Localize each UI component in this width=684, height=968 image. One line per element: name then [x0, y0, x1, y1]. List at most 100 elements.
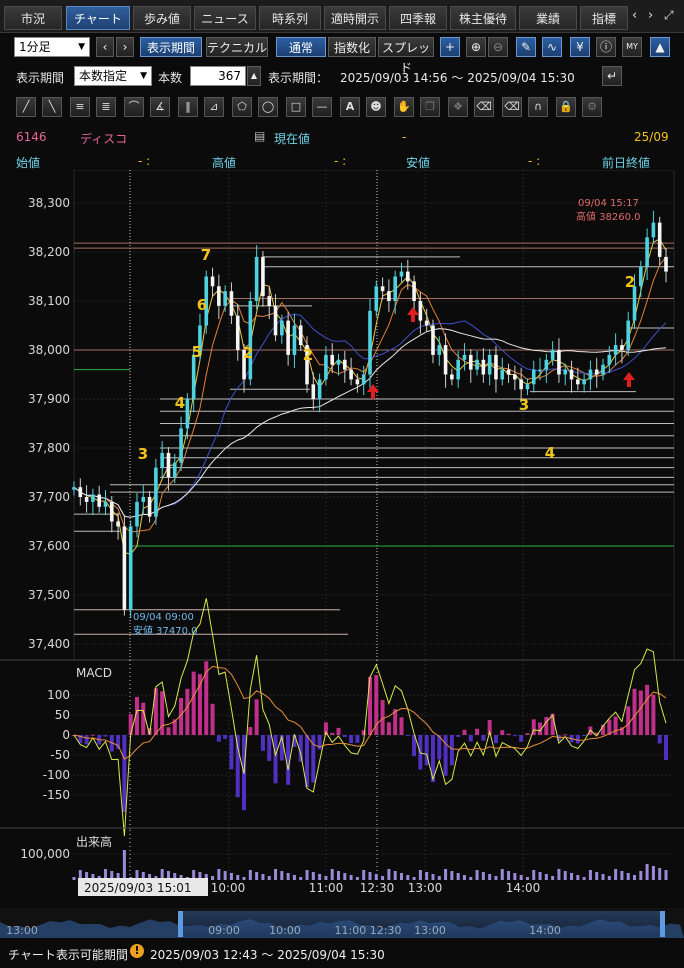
macd-histogram-bar	[481, 735, 486, 741]
candle-body	[399, 271, 404, 277]
zoom-out-icon[interactable]: ⊖	[488, 37, 508, 57]
wave-icon[interactable]: ∿	[542, 37, 562, 57]
macd-histogram-bar	[506, 733, 511, 735]
tab-market[interactable]: 市況	[4, 6, 62, 30]
volume-bar	[538, 872, 542, 880]
hline-icon[interactable]: —	[312, 97, 332, 117]
tab-scroll-right-icon[interactable]: ›	[648, 8, 653, 23]
rectangle-icon[interactable]: □	[286, 97, 306, 117]
tab-benefits[interactable]: 株主優待	[450, 6, 516, 30]
circle-icon[interactable]: ◯	[258, 97, 278, 117]
paint-icon[interactable]: ❖	[448, 97, 468, 117]
line-tool-icon[interactable]: ╱	[16, 97, 36, 117]
spread-button[interactable]: スプレッド	[378, 37, 434, 75]
annotations: 7 6 5 4 3 2 2 3 4 2 09/04 15:17高値 38260.0 09/04 09:…	[133, 198, 641, 637]
candle-body	[298, 325, 303, 346]
macd-histogram-bar	[657, 735, 662, 744]
chart-area[interactable]: 38,300 38,200 38,100 38,000 37,900 37,800 37,7…	[0, 170, 684, 940]
candle-body	[475, 359, 479, 370]
volume-bar	[381, 876, 385, 880]
candle-body	[645, 237, 649, 267]
candle-body	[179, 428, 183, 463]
macd-histogram-bar	[632, 688, 637, 735]
ruler-tool-icon[interactable]: ╲	[42, 97, 62, 117]
lock-icon[interactable]: 🔒	[556, 97, 576, 117]
prev-button[interactable]: ‹	[96, 37, 114, 57]
volume-bar	[242, 877, 246, 880]
volume-bar	[393, 871, 397, 880]
info-icon[interactable]: ⓘ	[596, 37, 616, 57]
normal-button[interactable]: 通常	[276, 37, 326, 57]
tab-indicators[interactable]: 指標	[580, 6, 628, 30]
index-button[interactable]: 指数化	[328, 37, 376, 57]
time-tick-label: 12:30	[360, 881, 395, 895]
document-icon[interactable]: ▤	[254, 129, 265, 143]
candle-body	[109, 501, 114, 522]
tab-earnings[interactable]: 業績	[519, 6, 577, 30]
fibonacci-icon[interactable]: ≣	[96, 97, 116, 117]
eraser-all-icon[interactable]: ⌫	[502, 97, 522, 117]
candle-body	[639, 266, 643, 287]
volume-bar	[362, 870, 366, 880]
tab-news[interactable]: ニュース	[194, 6, 256, 30]
text-tool-icon[interactable]: A	[340, 97, 360, 117]
tab-timeseries[interactable]: 時系列	[259, 6, 321, 30]
wave-label: 2	[625, 273, 635, 291]
return-icon[interactable]: ↵	[602, 66, 622, 86]
hand-icon[interactable]: ✋	[394, 97, 414, 117]
eraser-icon[interactable]: ⌫	[474, 97, 494, 117]
navigator[interactable]: 13:00 09:00 10:00 11:00 12:30 13:00 14:00	[0, 908, 684, 938]
volume-bar	[229, 873, 233, 880]
pitchfork-icon[interactable]: ⊿	[204, 97, 224, 117]
volume-bar	[450, 871, 454, 880]
volume-bar	[494, 876, 498, 880]
count-stepper[interactable]: ▲	[247, 66, 261, 86]
settings-gear-icon[interactable]: ⚙	[582, 97, 602, 117]
area-chart-icon[interactable]: ▲	[650, 37, 670, 57]
footer: チャート表示可能期間 ! 2025/09/03 12:43 〜 2025/09/…	[0, 940, 684, 968]
my-chart-icon[interactable]: MY	[622, 37, 642, 57]
tab-scroll-left-icon[interactable]: ‹	[632, 8, 637, 23]
navigator-handle-left	[178, 911, 183, 937]
tab-shikiho[interactable]: 四季報	[389, 6, 447, 30]
horizontal-lines-icon[interactable]: ≡	[70, 97, 90, 117]
next-button[interactable]: ›	[116, 37, 134, 57]
copy-icon[interactable]: ❐	[420, 97, 440, 117]
volume-bar	[620, 871, 624, 880]
candle-body	[576, 379, 580, 385]
zoom-in-icon[interactable]: ⊕	[466, 37, 486, 57]
candle-body	[185, 399, 190, 429]
volume-bar	[406, 875, 410, 880]
volume-bar	[519, 875, 523, 880]
macd-title: MACD	[76, 666, 112, 680]
interval-select[interactable]: 1分足 ▼	[14, 37, 90, 57]
yen-icon[interactable]: ¥	[570, 37, 590, 57]
emoji-icon[interactable]: ☻	[366, 97, 386, 117]
pencil-icon[interactable]: ✎	[516, 37, 536, 57]
technical-button[interactable]: テクニカル	[206, 37, 268, 57]
arc-tool-icon[interactable]: ⌒	[124, 97, 144, 117]
crosshair-icon[interactable]: +	[440, 37, 460, 57]
tab-tick[interactable]: 歩み値	[133, 6, 191, 30]
vertical-lines-icon[interactable]: ‖	[178, 97, 198, 117]
volume-bar	[595, 872, 599, 880]
volume-bar	[607, 876, 611, 880]
count-input[interactable]: 367	[190, 66, 246, 86]
volume-bar	[626, 873, 630, 880]
pentagon-icon[interactable]: ⬠	[232, 97, 252, 117]
period-mode-select[interactable]: 本数指定 ▼	[74, 66, 152, 86]
fan-tool-icon[interactable]: ∡	[150, 97, 170, 117]
candle-body	[387, 291, 391, 301]
volume-bar	[488, 874, 492, 880]
macd-histogram-bar	[405, 735, 410, 736]
macd-histogram-bar	[273, 735, 278, 784]
low-annotation-label: 安値 37470.0	[133, 624, 198, 637]
period-button[interactable]: 表示期間	[140, 37, 202, 57]
tab-disclosure[interactable]: 適時開示	[324, 6, 386, 30]
wave-label: 3	[138, 445, 148, 463]
magnet-icon[interactable]: ∩	[528, 97, 548, 117]
tab-chart[interactable]: チャート	[66, 6, 130, 30]
volume-bar	[563, 871, 567, 880]
volume-bar	[337, 871, 341, 880]
expand-icon[interactable]: ⤢	[664, 8, 674, 23]
